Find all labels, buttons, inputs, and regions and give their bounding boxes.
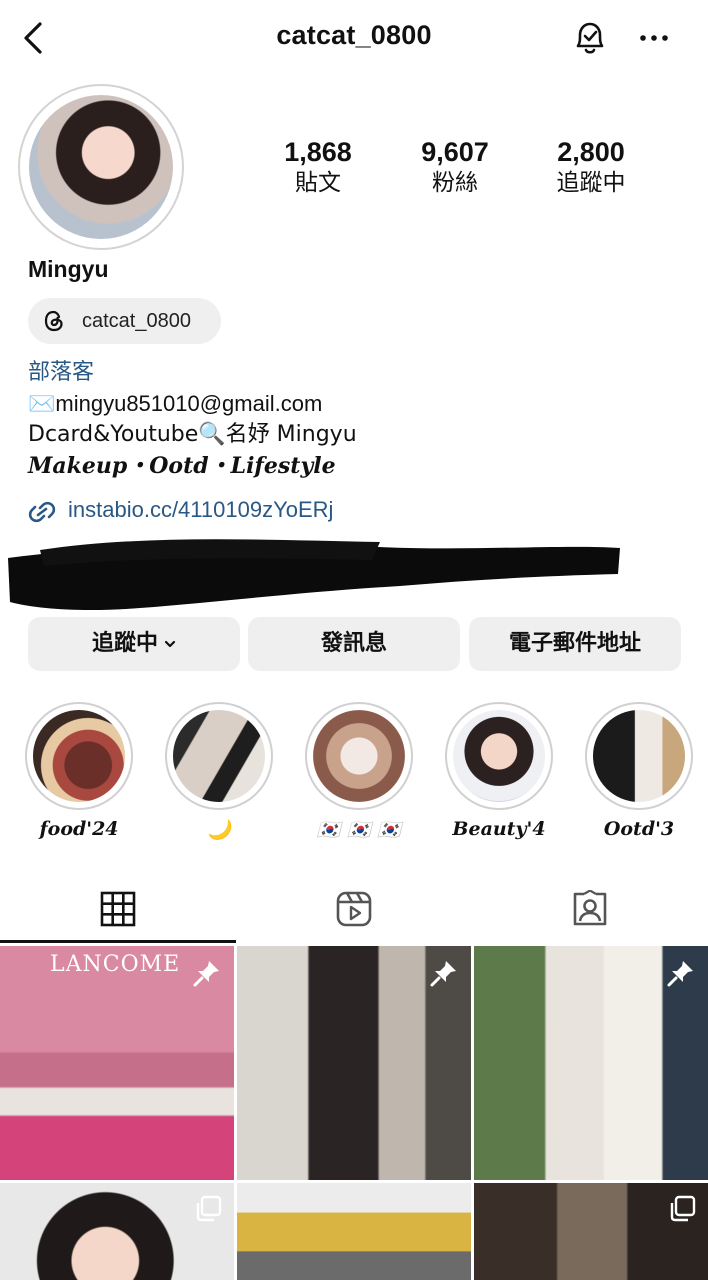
bio-tagline: 𝑴𝒂𝒌𝒆𝒖𝒑・𝑶𝒐𝒕𝒅・𝑳𝒊𝒇𝒆𝒔𝒕𝒚𝒍𝒆	[28, 453, 336, 479]
highlight-cover	[173, 710, 265, 802]
pin-icon	[430, 961, 456, 987]
stat-posts[interactable]: 1,868 貼文	[258, 136, 378, 198]
bio-category: 部落客	[28, 360, 95, 385]
stat-posts-count: 1,868	[284, 137, 352, 167]
email-button-label: 電子郵件地址	[508, 631, 641, 656]
display-name: Mingyu	[28, 256, 109, 282]
highlight-label: Ootd'3	[603, 818, 675, 840]
highlight-label: food'24	[39, 818, 119, 840]
post-thumbnail[interactable]	[237, 1183, 471, 1280]
multiple-images-icon	[196, 1195, 222, 1222]
highlight-cover	[453, 710, 545, 802]
highlight-ring	[305, 702, 413, 810]
threads-handle: catcat_0800	[82, 310, 191, 332]
stat-posts-label: 貼文	[295, 170, 341, 196]
tab-tagged[interactable]	[472, 870, 708, 946]
highlight-ootd[interactable]: Ootd'3	[584, 702, 694, 840]
following-button[interactable]: 追蹤中	[28, 617, 240, 671]
threads-icon	[44, 310, 63, 332]
link-icon	[28, 501, 56, 523]
message-button-label: 發訊息	[320, 631, 387, 656]
highlight-ring	[585, 702, 693, 810]
post-thumbnail[interactable]: LANCOME	[0, 946, 234, 1180]
more-horizontal-icon	[640, 35, 668, 41]
following-button-label: 追蹤中	[91, 631, 158, 656]
stat-following[interactable]: 2,800 追蹤中	[531, 136, 651, 198]
highlight-moon[interactable]: 🌙	[164, 702, 274, 841]
highlight-label: Beauty'4	[452, 818, 546, 840]
bio-link-text: instabio.cc/4110109zYoERj	[68, 497, 334, 522]
stat-followers[interactable]: 9,607 粉絲	[395, 136, 515, 198]
more-options-button[interactable]	[636, 22, 672, 54]
pin-icon	[193, 961, 219, 987]
post-thumbnail[interactable]	[0, 1183, 234, 1280]
pin-icon	[667, 961, 693, 987]
posts-grid: LANCOME	[0, 946, 708, 1280]
back-button[interactable]	[18, 20, 50, 56]
highlight-korea[interactable]: 🇰🇷 🇰🇷 🇰🇷	[304, 702, 414, 841]
highlight-cover	[313, 710, 405, 802]
highlight-cover	[593, 710, 685, 802]
notifications-button[interactable]	[570, 18, 610, 58]
tagged-icon	[573, 890, 607, 926]
highlight-ring	[165, 702, 273, 810]
redaction-mark	[8, 539, 620, 610]
threads-badge[interactable]: catcat_0800	[28, 298, 221, 344]
stat-followers-count: 9,607	[421, 137, 489, 167]
highlight-food[interactable]: food'24	[24, 702, 134, 840]
reels-icon	[336, 891, 372, 927]
highlight-beauty[interactable]: Beauty'4	[444, 702, 554, 840]
stat-following-count: 2,800	[557, 137, 625, 167]
tab-posts-grid[interactable]	[0, 870, 236, 946]
tab-reels[interactable]	[236, 870, 472, 946]
top-bar: catcat_0800	[0, 0, 708, 78]
email-button[interactable]: 電子郵件地址	[469, 617, 681, 671]
highlight-label: 🇰🇷 🇰🇷 🇰🇷	[316, 819, 402, 841]
post-thumbnail[interactable]	[474, 946, 708, 1180]
profile-tab-bar	[0, 870, 708, 946]
post-caption-text: LANCOME	[50, 952, 181, 977]
highlight-ring	[445, 702, 553, 810]
bio-email-line: ✉️mingyu851010@gmail.com	[28, 391, 323, 416]
highlight-cover	[33, 710, 125, 802]
back-arrow-icon	[24, 22, 42, 54]
message-button[interactable]: 發訊息	[248, 617, 460, 671]
active-tab-indicator	[0, 940, 236, 943]
avatar-photo	[29, 95, 173, 239]
bio-channels-line: Dcard&Youtube🔍名妤 Mingyu	[28, 422, 357, 447]
multiple-images-icon	[670, 1195, 696, 1222]
chevron-down-icon	[164, 640, 176, 648]
bell-check-icon	[576, 22, 604, 54]
highlight-label: 🌙	[207, 819, 231, 841]
profile-avatar[interactable]	[18, 84, 184, 250]
post-thumbnail[interactable]	[237, 946, 471, 1180]
post-thumbnail[interactable]	[474, 1183, 708, 1280]
stat-following-label: 追蹤中	[556, 170, 626, 196]
stat-followers-label: 粉絲	[432, 170, 478, 196]
grid-icon	[100, 891, 136, 927]
highlight-ring	[25, 702, 133, 810]
